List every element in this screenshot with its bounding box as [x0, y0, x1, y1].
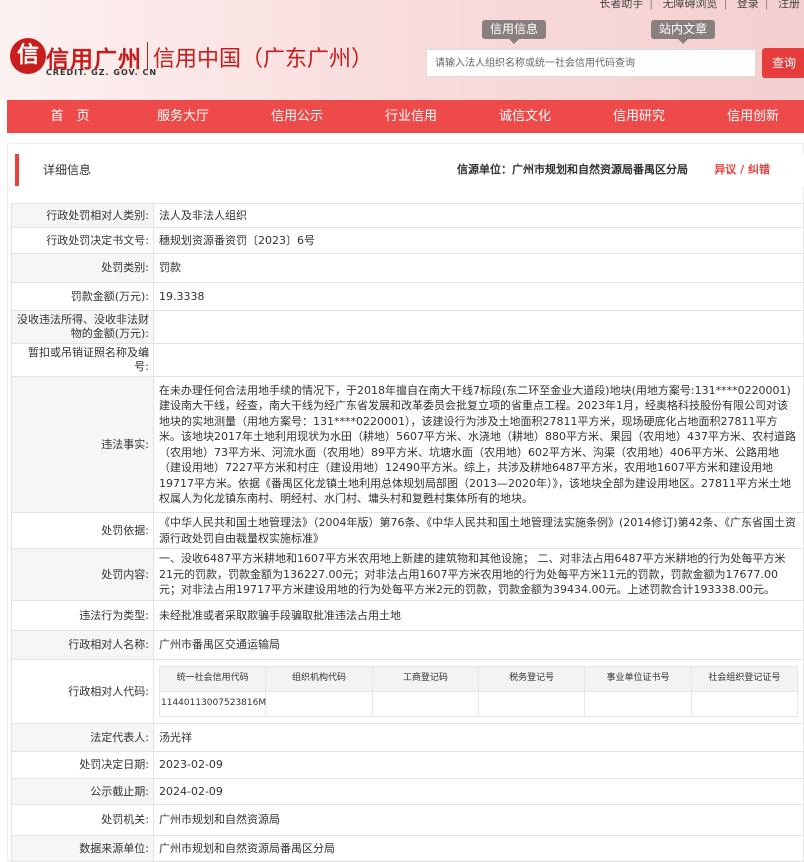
detail-header-bar: 详细信息 信源单位：广州市规划和自然资源局番禺区分局 异议 / 纠错: [15, 154, 804, 186]
tab-credit-info[interactable]: 信用信息: [482, 20, 547, 44]
nav-service[interactable]: 服务大厅: [128, 100, 238, 133]
codes-table: 统一社会信用代码 组织机构代码 工商登记码 税务登记号 事业单位证书号 社会组织…: [158, 666, 799, 717]
codes-value: [265, 691, 373, 717]
row-value: 广州市规划和自然资源局: [153, 804, 804, 836]
row-label: 处罚决定日期:: [11, 751, 154, 779]
codes-value: [477, 691, 586, 717]
row-label: 处罚类别:: [11, 253, 154, 283]
row-value: 2024-02-09: [153, 778, 804, 805]
row-value: 2023-02-09: [153, 751, 804, 779]
row-value: 19.3338: [153, 282, 804, 311]
row-label: 违法行为类型:: [11, 600, 154, 631]
row-label: 没收违法所得、没收非法财物的金额(万元):: [11, 310, 154, 344]
source-unit: 信源单位：广州市规划和自然资源局番禺区分局: [457, 163, 688, 176]
codes-cell: 统一社会信用代码 组织机构代码 工商登记码 税务登记号 事业单位证书号 社会组织…: [153, 659, 804, 724]
row-label: 暂扣或吊销证照名称及编号:: [11, 343, 154, 377]
codes-header: 事业单位证书号: [584, 666, 692, 692]
accessibility-link[interactable]: 无障碍浏览: [663, 0, 718, 10]
row-value: [153, 310, 804, 344]
row-label: 行政相对人代码:: [11, 659, 154, 724]
login-link[interactable]: 登录: [737, 0, 759, 10]
row-label: 处罚内容:: [11, 548, 154, 601]
logo-credit-china[interactable]: 信用中国（广东广州）: [153, 41, 373, 73]
logo-subtitle: CREDIT. GZ. GOV. CN: [46, 68, 158, 77]
row-value: 穗规划资源番资罚〔2023〕6号: [153, 227, 804, 254]
codes-header: 组织机构代码: [265, 666, 373, 692]
search-button[interactable]: 查询: [762, 48, 804, 78]
elder-assistant-link[interactable]: 长者助手: [599, 0, 643, 10]
detail-table: 行政处罚相对人类别: 法人及非法人组织 行政处罚决定书文号: 穗规划资源番资罚〔20…: [11, 203, 804, 862]
row-value: 罚款: [153, 253, 804, 283]
codes-value: [690, 691, 799, 717]
nav-culture[interactable]: 诚信文化: [470, 100, 580, 133]
row-value: 汤光祥: [153, 723, 804, 752]
register-link[interactable]: 注册: [778, 0, 800, 10]
row-label: 处罚依据:: [11, 512, 154, 549]
row-label: 行政处罚决定书文号:: [11, 227, 154, 254]
nav-home[interactable]: 首 页: [15, 100, 125, 133]
row-label: 法定代表人:: [11, 723, 154, 752]
row-value: 一、没收6487平方米耕地和1607平方米农用地上新建的建筑物和其他设施； 二、…: [153, 548, 804, 601]
codes-value: 11440113007523816M: [158, 691, 267, 717]
row-label: 行政处罚相对人类别:: [11, 203, 154, 228]
codes-header: 社会组织登记证号: [690, 666, 799, 692]
row-value: 广州市番禺区交通运输局: [153, 630, 804, 660]
row-label: 行政相对人名称:: [11, 630, 154, 660]
row-label: 处罚机关:: [11, 804, 154, 836]
row-value: 《中华人民共和国土地管理法》（2004年版）第76条、《中华人民共和国土地管理法…: [153, 512, 804, 549]
search-input[interactable]: 请输入法人组织名称或统一社会信用代码查询: [426, 49, 756, 77]
row-value: 广州市规划和自然资源局番禺区分局: [153, 835, 804, 862]
row-label: 公示截止期:: [11, 778, 154, 805]
nav-innovation[interactable]: 信用创新: [698, 100, 804, 133]
main-nav: 首 页 服务大厅 信用公示 行业信用 诚信文化 信用研究 信用创新: [7, 100, 804, 133]
row-label: 违法事实:: [11, 376, 154, 513]
detail-title: 详细信息: [43, 163, 92, 177]
row-label: 罚款金额(万元):: [11, 282, 154, 311]
site-header: 长者助手 | 无障碍浏览 | 登录 | 注册 信 信用广州 CREDIT. GZ. G…: [0, 0, 804, 100]
top-links: 长者助手 | 无障碍浏览 | 登录 | 注册: [599, 0, 800, 11]
codes-header: 统一社会信用代码: [158, 666, 267, 692]
logo-divider: [147, 42, 148, 70]
row-value: [153, 343, 804, 377]
nav-publicity[interactable]: 信用公示: [242, 100, 352, 133]
logo-icon: 信: [10, 38, 46, 74]
codes-value: [584, 691, 692, 717]
tab-site-articles[interactable]: 站内文章: [651, 20, 716, 44]
codes-header: 税务登记号: [477, 666, 586, 692]
codes-value: [371, 691, 479, 717]
row-value: 在未办理任何合法用地手续的情况下，于2018年擅自在南大干线7标段(东二环至金业…: [153, 376, 804, 513]
nav-industry[interactable]: 行业信用: [356, 100, 466, 133]
row-value: 未经批准或者采取欺骗手段骗取批准违法占用土地: [153, 600, 804, 631]
row-label: 数据来源单位:: [11, 835, 154, 862]
appeal-link[interactable]: 异议 / 纠错: [714, 154, 770, 186]
row-value: 法人及非法人组织: [153, 203, 804, 228]
nav-research[interactable]: 信用研究: [584, 100, 694, 133]
codes-header: 工商登记码: [371, 666, 479, 692]
